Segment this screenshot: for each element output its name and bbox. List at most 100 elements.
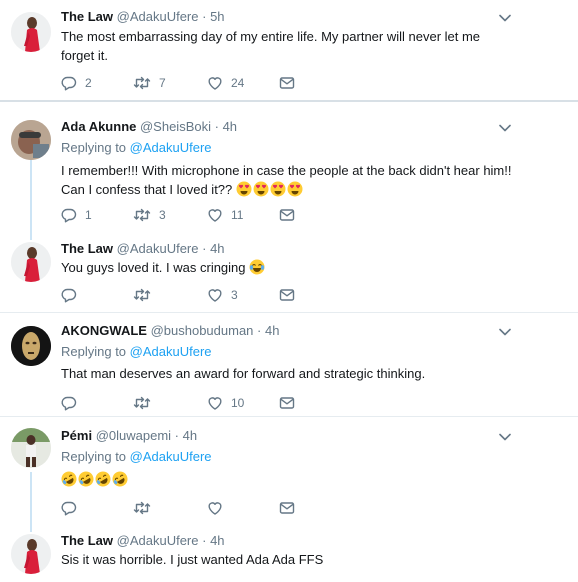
reply-icon	[61, 395, 77, 411]
like-button[interactable]: 3	[207, 287, 238, 303]
timestamp[interactable]: · 4h	[215, 119, 237, 134]
replying-to: Replying to @AdakuUfere	[61, 140, 212, 155]
chevron-down-icon[interactable]	[498, 327, 512, 337]
display-name[interactable]: Ada Akunne	[61, 119, 136, 134]
replying-label: Replying to	[61, 344, 127, 359]
handle[interactable]: @bushobuduman	[151, 323, 254, 338]
avatar[interactable]	[11, 120, 51, 160]
envelope-icon	[279, 287, 295, 303]
like-button[interactable]: 24	[207, 75, 244, 91]
timestamp[interactable]: · 4h	[202, 241, 224, 256]
rofl-emoji-icon	[112, 471, 128, 487]
retweet-button[interactable]: 7	[133, 75, 166, 91]
display-name[interactable]: The Law	[61, 241, 113, 256]
heart-eyes-emoji-icon	[236, 181, 252, 197]
reply-button[interactable]: 1	[61, 207, 92, 223]
avatar[interactable]	[11, 242, 51, 282]
heart-icon	[207, 75, 223, 91]
heart-eyes-emoji-icon	[287, 181, 303, 197]
tweet-text: The most embarrassing day of my entire l…	[61, 29, 481, 63]
chevron-down-icon[interactable]	[498, 13, 512, 23]
replying-to-handle[interactable]: @AdakuUfere	[130, 140, 212, 155]
envelope-icon	[279, 500, 295, 516]
retweet-icon	[133, 75, 151, 91]
handle[interactable]: @AdakuUfere	[117, 241, 199, 256]
reply-icon	[61, 207, 77, 223]
reply-icon	[61, 500, 77, 516]
retweet-button[interactable]	[133, 287, 159, 303]
heart-eyes-emoji-icon	[253, 181, 269, 197]
reply-button[interactable]	[61, 500, 85, 516]
reply-button[interactable]	[61, 395, 85, 411]
like-count: 3	[231, 288, 238, 302]
display-name[interactable]: Pémi	[61, 428, 92, 443]
like-count: 11	[231, 208, 244, 222]
tweet[interactable]: The Law @AdakuUfere · 4h Sis it was horr…	[0, 522, 578, 582]
retweet-icon	[133, 395, 151, 411]
handle[interactable]: @AdakuUfere	[117, 533, 199, 548]
dm-button[interactable]	[279, 395, 295, 411]
avatar[interactable]	[11, 428, 51, 468]
tweet[interactable]: Ada Akunne @SheisBoki · 4h Replying to @…	[0, 110, 578, 232]
tweet[interactable]: The Law @AdakuUfere · 4h You guys loved …	[0, 232, 578, 310]
replying-to-handle[interactable]: @AdakuUfere	[130, 449, 212, 464]
timestamp[interactable]: · 5h	[202, 9, 224, 24]
avatar[interactable]	[11, 326, 51, 366]
emoji-group	[61, 470, 516, 489]
heart-icon	[207, 207, 223, 223]
tweet[interactable]: AKONGWALE @bushobuduman · 4h Replying to…	[0, 313, 578, 413]
retweet-count: 3	[159, 208, 166, 222]
reply-button[interactable]	[61, 287, 85, 303]
avatar[interactable]	[11, 534, 51, 574]
tweet-text: Sis it was horrible. I just wanted Ada A…	[61, 552, 324, 567]
like-button[interactable]: 10	[207, 395, 244, 411]
timestamp[interactable]: · 4h	[202, 533, 224, 548]
retweet-icon	[133, 287, 151, 303]
like-count: 24	[231, 76, 245, 90]
handle[interactable]: @AdakuUfere	[117, 9, 199, 24]
chevron-down-icon[interactable]	[498, 123, 512, 133]
tweet[interactable]: The Law @AdakuUfere · 5h The most embarr…	[0, 0, 578, 100]
retweet-button[interactable]	[133, 395, 159, 411]
timestamp[interactable]: · 4h	[257, 323, 279, 338]
joy-emoji-icon	[249, 259, 265, 275]
like-count: 10	[231, 396, 245, 410]
tweet-text: That man deserves an award for forward a…	[61, 366, 426, 381]
display-name[interactable]: AKONGWALE	[61, 323, 147, 338]
tweet-text: You guys loved it. I was cringing	[61, 260, 246, 275]
rofl-emoji-icon	[61, 471, 77, 487]
dm-button[interactable]	[279, 287, 295, 303]
heart-eyes-emoji-icon	[270, 181, 286, 197]
divider	[0, 100, 578, 102]
like-button[interactable]: 11	[207, 207, 243, 223]
envelope-icon	[279, 395, 295, 411]
emoji-group	[236, 181, 304, 197]
heart-icon	[207, 287, 223, 303]
retweet-button[interactable]: 3	[133, 207, 166, 223]
reply-icon	[61, 75, 77, 91]
reply-button[interactable]: 2	[61, 75, 92, 91]
chevron-down-icon[interactable]	[498, 432, 512, 442]
handle[interactable]: @SheisBoki	[140, 119, 211, 134]
rofl-emoji-icon	[95, 471, 111, 487]
retweet-icon	[133, 207, 151, 223]
like-button[interactable]	[207, 500, 231, 516]
avatar[interactable]	[11, 12, 51, 52]
reply-icon	[61, 287, 77, 303]
dm-button[interactable]	[279, 75, 295, 91]
replying-label: Replying to	[61, 140, 127, 155]
replying-to: Replying to @AdakuUfere	[61, 344, 212, 359]
dm-button[interactable]	[279, 500, 295, 516]
tweet[interactable]: Pémi @0luwapemi · 4h Replying to @AdakuU…	[0, 417, 578, 517]
display-name[interactable]: The Law	[61, 533, 113, 548]
reply-count: 2	[85, 76, 92, 90]
retweet-count: 7	[159, 76, 166, 90]
rofl-emoji-icon	[78, 471, 94, 487]
retweet-button[interactable]	[133, 500, 159, 516]
timestamp[interactable]: · 4h	[175, 428, 197, 443]
display-name[interactable]: The Law	[61, 9, 113, 24]
envelope-icon	[279, 75, 295, 91]
dm-button[interactable]	[279, 207, 295, 223]
handle[interactable]: @0luwapemi	[96, 428, 171, 443]
replying-to-handle[interactable]: @AdakuUfere	[130, 344, 212, 359]
